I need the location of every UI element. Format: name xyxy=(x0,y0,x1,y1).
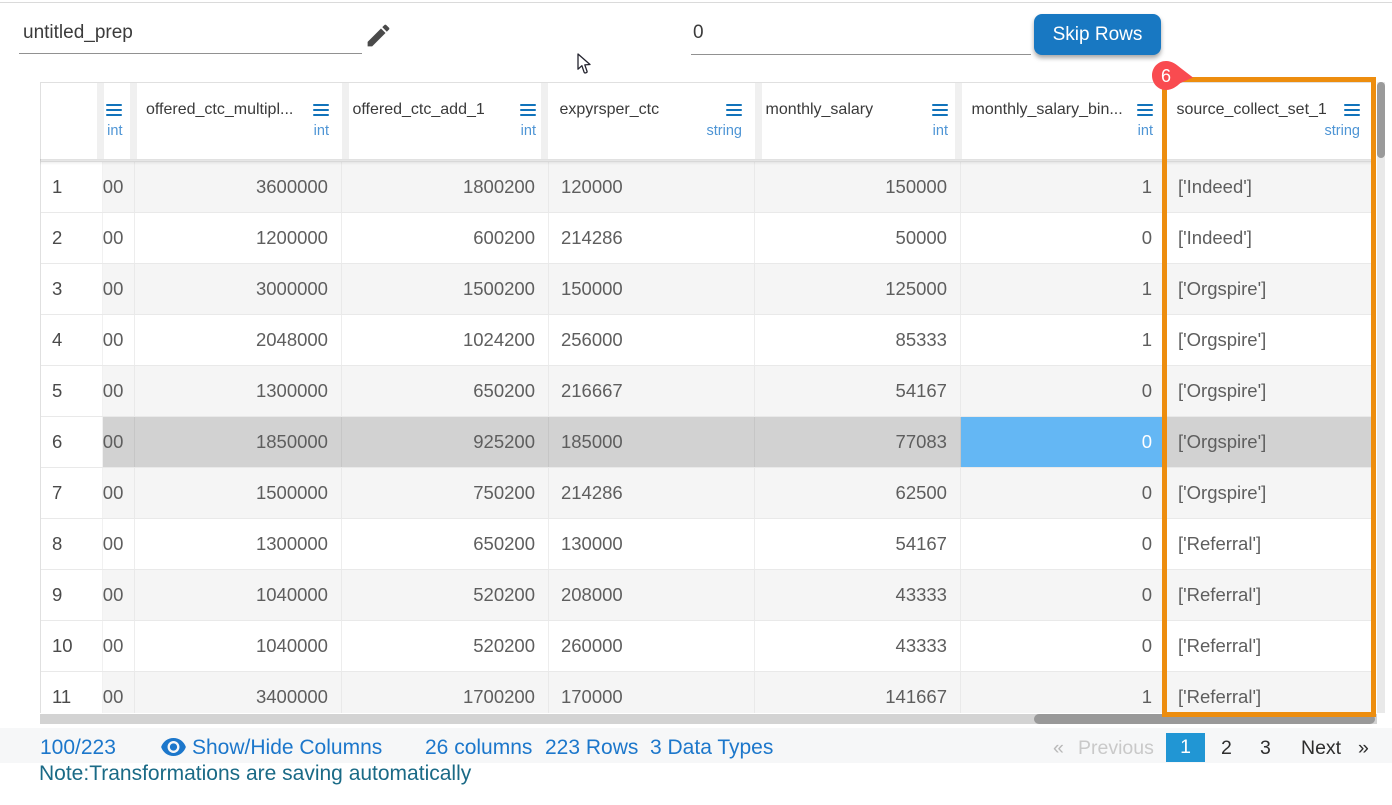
svg-text:6: 6 xyxy=(1161,66,1171,86)
